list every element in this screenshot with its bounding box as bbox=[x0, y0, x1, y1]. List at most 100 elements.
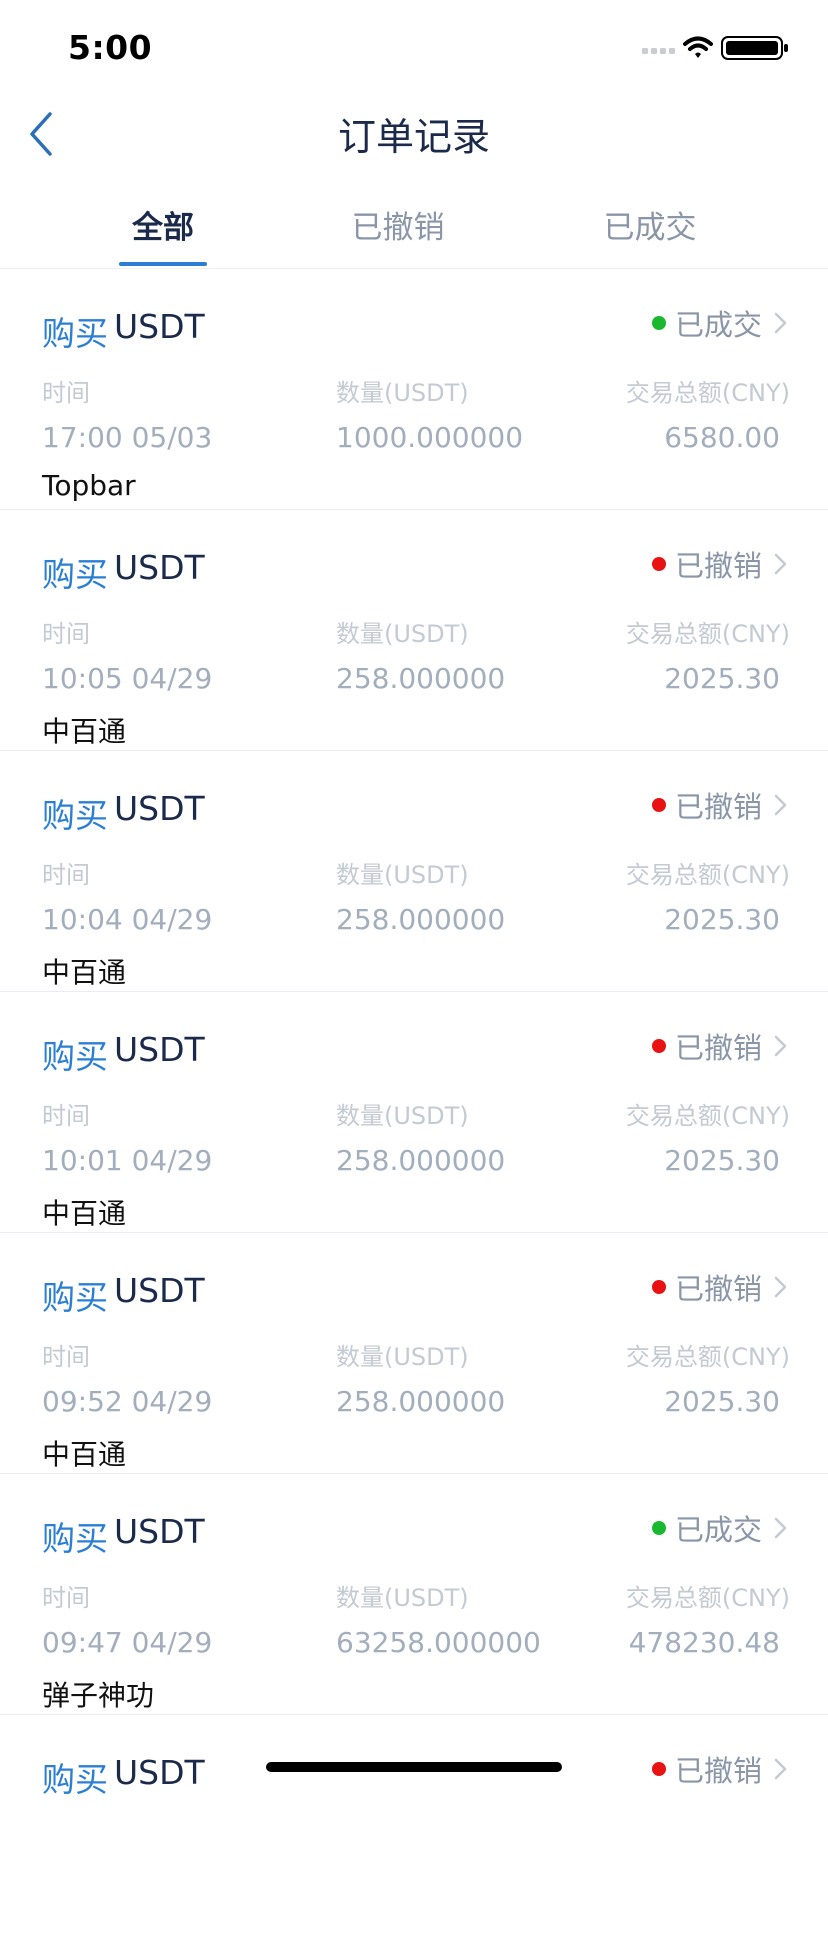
cellular-signal-icon bbox=[642, 48, 675, 54]
status-icons bbox=[642, 36, 788, 60]
chevron-right-icon bbox=[774, 1276, 787, 1298]
order-row[interactable]: 购买 USDT 已成交 时间 数量(USDT) 交易总额(CNY) 17:00 … bbox=[0, 269, 828, 510]
order-time: 09:47 04/29 bbox=[42, 1626, 213, 1659]
quantity-label: 数量(USDT) bbox=[336, 620, 469, 648]
status-badge: 已撤销 bbox=[651, 1267, 790, 1307]
status-dot-icon bbox=[651, 1039, 666, 1053]
order-list: 购买 USDT 已成交 时间 数量(USDT) 交易总额(CNY) 17:00 … bbox=[0, 269, 828, 1955]
chevron-right-icon bbox=[774, 1758, 787, 1780]
status-badge: 已成交 bbox=[651, 303, 790, 343]
order-total: 2025.30 bbox=[664, 1385, 780, 1418]
order-action: 购买 bbox=[42, 1278, 108, 1317]
status-dot-icon bbox=[651, 557, 666, 571]
total-label: 交易总额(CNY) bbox=[625, 1343, 790, 1371]
order-coin: USDT bbox=[114, 548, 205, 587]
time-label: 时间 bbox=[42, 1584, 90, 1612]
tab-all[interactable]: 全部 bbox=[83, 202, 243, 247]
tab-completed[interactable]: 已成交 bbox=[570, 202, 730, 247]
total-label: 交易总额(CNY) bbox=[625, 1102, 790, 1130]
order-quantity: 1000.000000 bbox=[336, 421, 524, 454]
order-quantity: 63258.000000 bbox=[336, 1626, 541, 1659]
chevron-right-icon bbox=[774, 1035, 787, 1057]
total-label: 交易总额(CNY) bbox=[625, 620, 790, 648]
order-coin: USDT bbox=[114, 789, 205, 828]
page-title: 订单记录 bbox=[337, 115, 490, 159]
time-label: 时间 bbox=[42, 620, 90, 648]
status-text: 已撤销 bbox=[674, 1272, 762, 1306]
status-dot-icon bbox=[651, 1280, 666, 1294]
quantity-label: 数量(USDT) bbox=[336, 1584, 469, 1612]
status-badge: 已撤销 bbox=[651, 1749, 790, 1789]
status-text: 已撤销 bbox=[674, 790, 762, 824]
order-quantity: 258.000000 bbox=[336, 662, 506, 695]
total-label: 交易总额(CNY) bbox=[625, 379, 790, 407]
status-bar: 5:00 bbox=[0, 0, 828, 88]
order-coin: USDT bbox=[114, 1753, 205, 1792]
order-time: 10:01 04/29 bbox=[42, 1144, 213, 1177]
tab-bar: 全部 已撤销 已成交 bbox=[0, 188, 828, 269]
order-time: 09:52 04/29 bbox=[42, 1385, 213, 1418]
order-row[interactable]: 购买 USDT 已撤销 时间 数量(USDT) 交易总额(CNY) 10:05 … bbox=[0, 510, 828, 751]
status-text: 已撤销 bbox=[674, 549, 762, 583]
order-time: 17:00 05/03 bbox=[42, 421, 213, 454]
quantity-label: 数量(USDT) bbox=[336, 1102, 469, 1130]
quantity-label: 数量(USDT) bbox=[336, 1343, 469, 1371]
merchant-name: 中百通 bbox=[42, 715, 127, 748]
status-badge: 已撤销 bbox=[651, 1026, 790, 1066]
status-badge: 已撤销 bbox=[651, 785, 790, 825]
time-label: 时间 bbox=[42, 1102, 90, 1130]
time-label: 时间 bbox=[42, 379, 90, 407]
order-row[interactable]: 购买 USDT 已撤销 时间 数量(USDT) 交易总额(CNY) 09:52 … bbox=[0, 1233, 828, 1474]
chevron-right-icon bbox=[774, 312, 787, 334]
order-coin: USDT bbox=[114, 1030, 205, 1069]
quantity-label: 数量(USDT) bbox=[336, 861, 469, 889]
status-text: 已成交 bbox=[674, 308, 762, 342]
status-badge: 已撤销 bbox=[651, 544, 790, 584]
status-time: 5:00 bbox=[68, 28, 153, 67]
status-dot-icon bbox=[651, 1762, 666, 1776]
order-action: 购买 bbox=[42, 314, 108, 353]
order-total: 2025.30 bbox=[664, 903, 780, 936]
time-label: 时间 bbox=[42, 861, 90, 889]
merchant-name: 弹子神功 bbox=[42, 1679, 155, 1712]
order-total: 6580.00 bbox=[664, 421, 780, 454]
merchant-name: Topbar bbox=[42, 469, 136, 502]
status-dot-icon bbox=[651, 316, 666, 330]
order-time: 10:04 04/29 bbox=[42, 903, 213, 936]
time-label: 时间 bbox=[42, 1343, 90, 1371]
order-action: 购买 bbox=[42, 796, 108, 835]
order-coin: USDT bbox=[114, 307, 205, 346]
order-total: 478230.48 bbox=[628, 1626, 780, 1659]
nav-header: 订单记录 bbox=[0, 88, 828, 188]
status-badge: 已成交 bbox=[651, 1508, 790, 1548]
active-tab-indicator bbox=[119, 262, 207, 266]
total-label: 交易总额(CNY) bbox=[625, 1584, 790, 1612]
status-text: 已撤销 bbox=[674, 1031, 762, 1065]
order-row[interactable]: 购买 USDT 已撤销 时间 数量(USDT) 交易总额(CNY) 10:04 … bbox=[0, 751, 828, 992]
order-row[interactable]: 购买 USDT 已成交 时间 数量(USDT) 交易总额(CNY) 09:47 … bbox=[0, 1474, 828, 1715]
status-dot-icon bbox=[651, 1521, 666, 1535]
merchant-name: 中百通 bbox=[42, 1197, 127, 1230]
home-indicator[interactable] bbox=[266, 1762, 562, 1772]
status-text: 已成交 bbox=[674, 1513, 762, 1547]
order-total: 2025.30 bbox=[664, 662, 780, 695]
order-quantity: 258.000000 bbox=[336, 1385, 506, 1418]
total-label: 交易总额(CNY) bbox=[625, 861, 790, 889]
order-quantity: 258.000000 bbox=[336, 1144, 506, 1177]
order-action: 购买 bbox=[42, 1760, 108, 1799]
order-action: 购买 bbox=[42, 555, 108, 594]
status-dot-icon bbox=[651, 798, 666, 812]
chevron-right-icon bbox=[774, 1517, 787, 1539]
order-row[interactable]: 购买 USDT 已撤销 时间 数量(USDT) 交易总额(CNY) 10:01 … bbox=[0, 992, 828, 1233]
chevron-right-icon bbox=[774, 553, 787, 575]
order-quantity: 258.000000 bbox=[336, 903, 506, 936]
tab-cancelled[interactable]: 已撤销 bbox=[318, 202, 478, 247]
status-text: 已撤销 bbox=[674, 1754, 762, 1788]
order-action: 购买 bbox=[42, 1519, 108, 1558]
chevron-right-icon bbox=[774, 794, 787, 816]
order-coin: USDT bbox=[114, 1271, 205, 1310]
order-row[interactable]: 购买 USDT 已撤销 bbox=[0, 1715, 828, 1955]
order-action: 购买 bbox=[42, 1037, 108, 1076]
order-time: 10:05 04/29 bbox=[42, 662, 213, 695]
merchant-name: 中百通 bbox=[42, 1438, 127, 1471]
